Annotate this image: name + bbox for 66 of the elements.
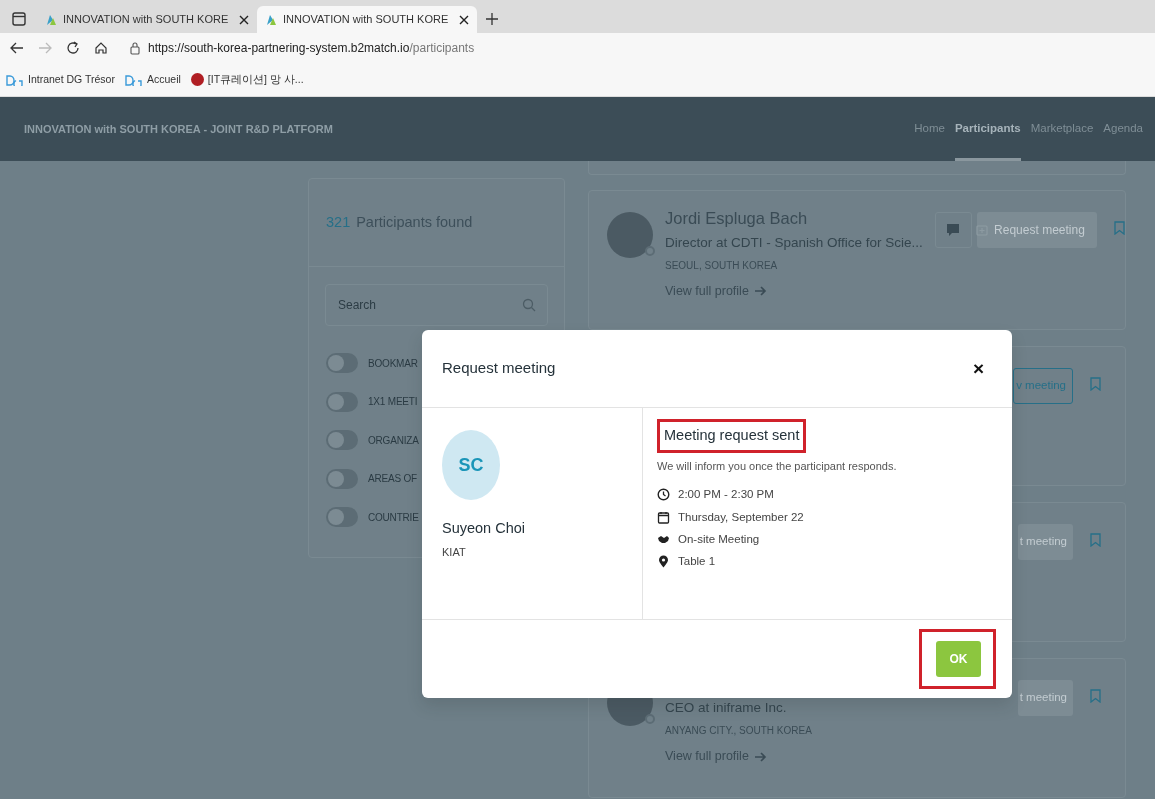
forward-arrow-icon	[38, 42, 52, 54]
participant-title: Director at CDTI - Spanish Office for Scie...	[665, 233, 923, 252]
back-arrow-icon[interactable]	[10, 42, 24, 54]
modal-title: Request meeting	[442, 358, 556, 379]
filter-label: 1X1 MEETI	[368, 395, 418, 410]
close-icon[interactable]	[459, 14, 469, 25]
bookmark-icon[interactable]	[1113, 221, 1125, 235]
meeting-detail: Table 1	[678, 554, 716, 569]
bookmark-icon[interactable]	[1090, 533, 1101, 547]
search-icon[interactable]	[522, 298, 536, 312]
status-icon	[645, 246, 655, 256]
site-title: INNOVATION with SOUTH KOREA - JOINT R&D PLATFORM	[24, 121, 333, 137]
meeting-detail: Thursday, September 22	[678, 509, 804, 525]
result-count: 321	[326, 212, 351, 232]
participant-name: Suyeon Choi	[442, 519, 527, 538]
calendar-icon	[976, 224, 989, 236]
filter-label: ORGANIZA	[368, 433, 419, 448]
participant-organization: KIAT	[442, 544, 467, 560]
toggle-switch[interactable]	[326, 430, 358, 451]
toggle-switch[interactable]	[326, 507, 358, 528]
bookmark-link[interactable]: [IT큐레이션] 망 사...	[190, 71, 304, 88]
tab-title: INNOVATION with SOUTH KORE	[283, 12, 450, 28]
confirmation-heading: Meeting request sent	[664, 426, 800, 445]
calendar-icon	[657, 510, 670, 524]
bookmark-link[interactable]: Intranet DG Trésor	[6, 71, 115, 88]
bookmark-icon[interactable]	[1090, 377, 1101, 391]
status-icon	[645, 714, 655, 724]
filter-label: AREAS OF	[368, 472, 417, 487]
chat-icon	[946, 223, 961, 237]
browser-tab[interactable]: INNOVATION with SOUTH KORE	[257, 6, 477, 33]
lock-icon	[130, 41, 140, 55]
avatar-initials: SC	[442, 430, 500, 500]
new-tab-icon[interactable]	[485, 12, 499, 26]
nav-link[interactable]: Marketplace	[1030, 97, 1094, 161]
nav-link[interactable]: Home	[914, 97, 945, 161]
request-meeting-button[interactable]: v meeting	[1013, 368, 1073, 404]
meeting-detail: On-site Meeting	[678, 531, 760, 547]
badge-logo-icon	[190, 73, 204, 86]
nav-link[interactable]: Agenda	[1103, 97, 1143, 161]
filter-label: COUNTRIE	[368, 510, 419, 525]
map-pin-icon	[657, 555, 670, 569]
close-icon[interactable]	[239, 14, 249, 25]
tab-title: INNOVATION with SOUTH KORE	[63, 12, 230, 28]
reload-icon[interactable]	[66, 41, 80, 55]
close-button[interactable]: ×	[966, 359, 990, 378]
toggle-switch[interactable]	[326, 353, 358, 374]
arrow-right-icon	[754, 751, 767, 762]
chat-button[interactable]	[934, 212, 972, 248]
participant-title: CEO at iniframe Inc.	[665, 699, 788, 717]
toggle-switch[interactable]	[326, 391, 358, 412]
bookmark-icon[interactable]	[1090, 689, 1101, 703]
clock-icon	[657, 488, 670, 502]
search-field[interactable]: Search	[325, 284, 548, 326]
toggle-switch[interactable]	[326, 468, 358, 489]
arrow-right-icon	[754, 286, 767, 297]
meeting-detail: 2:00 PM - 2:30 PM	[678, 487, 774, 503]
browser-tab[interactable]: INNOVATION with SOUTH KORE	[37, 6, 257, 33]
ok-button[interactable]: OK	[936, 641, 981, 677]
home-icon[interactable]	[94, 41, 108, 55]
bookmark-link[interactable]: Accueil	[124, 71, 181, 88]
address-bar[interactable]: https://south-korea-partnering-system.b2match.io/participants	[148, 39, 475, 57]
site-logo-icon	[265, 13, 277, 26]
confirmation-message: We will inform you once the participant responds.	[657, 458, 898, 474]
filter-label: BOOKMAR	[368, 356, 418, 371]
tab-actions-icon[interactable]	[11, 11, 27, 27]
site-logo-icon	[45, 13, 57, 26]
